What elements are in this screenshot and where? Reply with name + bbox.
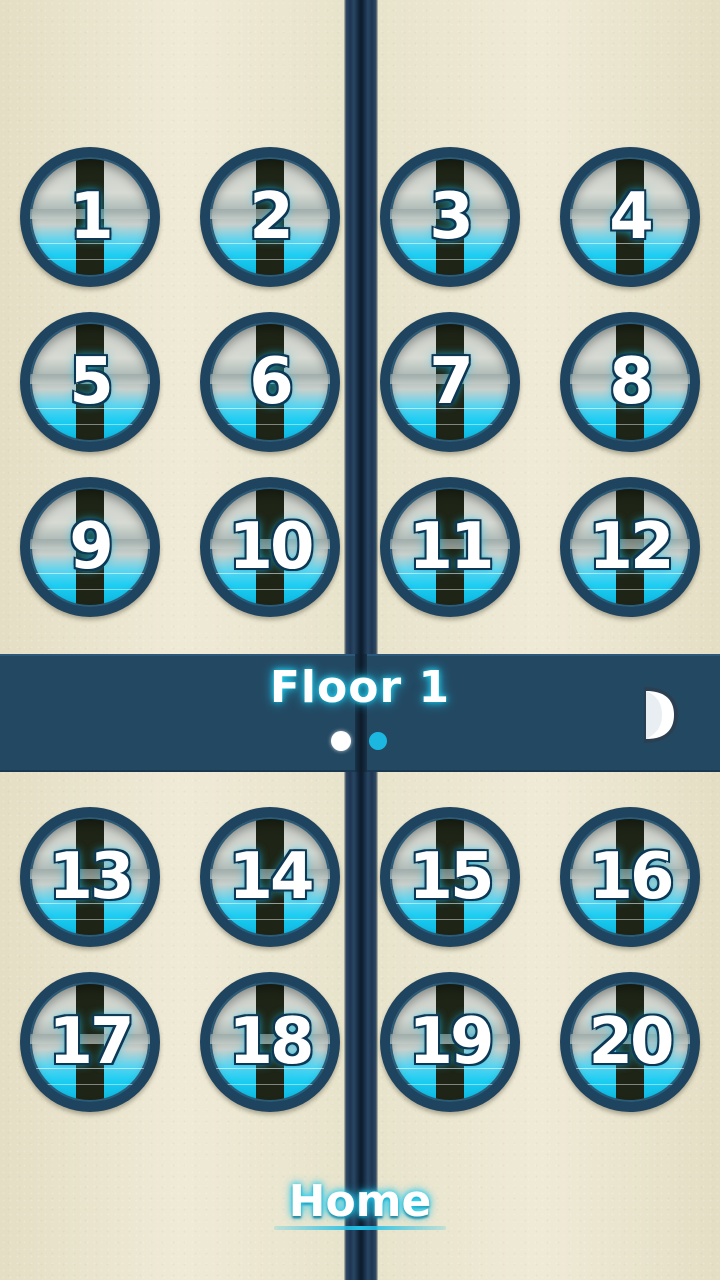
level-button-18[interactable]: 18 — [200, 972, 340, 1112]
half-moon-arrow-icon[interactable] — [640, 685, 680, 745]
level-button-20[interactable]: 20 — [560, 972, 700, 1112]
level-number: 15 — [408, 840, 494, 914]
level-button-1[interactable]: 1 — [20, 147, 160, 287]
level-button-2[interactable]: 2 — [200, 147, 340, 287]
level-button-15[interactable]: 15 — [380, 807, 520, 947]
level-number: 17 — [48, 1005, 134, 1079]
page-indicator-dot-2[interactable] — [369, 732, 387, 750]
level-number: 10 — [228, 510, 314, 584]
level-button-16[interactable]: 16 — [560, 807, 700, 947]
level-number: 4 — [609, 180, 654, 254]
level-button-8[interactable]: 8 — [560, 312, 700, 452]
level-button-7[interactable]: 7 — [380, 312, 520, 452]
level-button-3[interactable]: 3 — [380, 147, 520, 287]
level-button-12[interactable]: 12 — [560, 477, 700, 617]
level-number: 20 — [588, 1005, 674, 1079]
level-button-13[interactable]: 13 — [20, 807, 160, 947]
level-number: 13 — [48, 840, 134, 914]
page-indicator-dot-1[interactable] — [331, 731, 351, 751]
level-button-4[interactable]: 4 — [560, 147, 700, 287]
level-button-9[interactable]: 9 — [20, 477, 160, 617]
level-number: 16 — [588, 840, 674, 914]
level-number: 14 — [228, 840, 314, 914]
level-button-14[interactable]: 14 — [200, 807, 340, 947]
level-number: 6 — [249, 345, 294, 419]
level-number: 1 — [69, 180, 114, 254]
level-number: 2 — [249, 180, 294, 254]
level-button-19[interactable]: 19 — [380, 972, 520, 1112]
level-number: 7 — [429, 345, 474, 419]
level-button-17[interactable]: 17 — [20, 972, 160, 1112]
level-number: 3 — [429, 180, 474, 254]
level-button-11[interactable]: 11 — [380, 477, 520, 617]
level-number: 11 — [408, 510, 494, 584]
home-underline — [274, 1226, 446, 1230]
home-button[interactable]: Home — [274, 1176, 446, 1232]
level-number: 8 — [609, 345, 654, 419]
level-number: 12 — [588, 510, 674, 584]
level-number: 5 — [69, 345, 114, 419]
level-number: 18 — [228, 1005, 314, 1079]
level-number: 19 — [408, 1005, 494, 1079]
level-button-10[interactable]: 10 — [200, 477, 340, 617]
floor-title: Floor 1 — [269, 662, 451, 713]
level-button-5[interactable]: 5 — [20, 312, 160, 452]
door-seam — [344, 0, 378, 1280]
level-number: 9 — [69, 510, 114, 584]
level-button-6[interactable]: 6 — [200, 312, 340, 452]
